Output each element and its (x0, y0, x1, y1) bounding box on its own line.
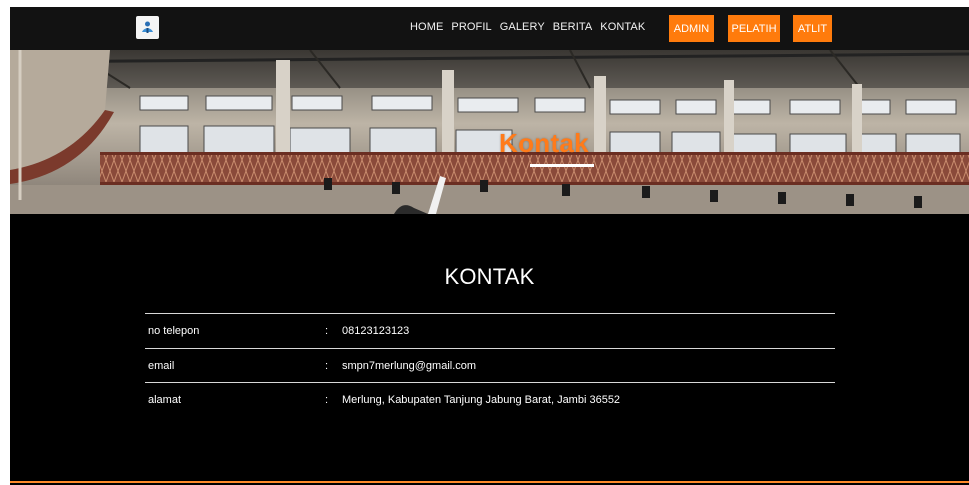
nav-profil[interactable]: PROFIL (451, 21, 491, 33)
hero-title-underline (530, 164, 594, 167)
hero-banner: Kontak (10, 50, 969, 214)
contact-info-table: no telepon : 08123123123 email : smpn7me… (145, 313, 835, 417)
atlit-button[interactable]: ATLIT (793, 15, 832, 42)
address-value: Merlung, Kabupaten Tanjung Jabung Barat,… (342, 394, 621, 406)
main-nav: HOME PROFIL GALERY BERITA KONTAK (410, 21, 645, 33)
email-value[interactable]: smpn7merlung@gmail.com (342, 360, 476, 372)
contact-row-email: email : smpn7merlung@gmail.com (145, 347, 835, 383)
footer-divider (10, 481, 969, 483)
pelatih-button[interactable]: PELATIH (728, 15, 780, 42)
page: HOME PROFIL GALERY BERITA KONTAK ADMIN P… (10, 7, 969, 485)
separator: : (325, 325, 329, 337)
nav-home[interactable]: HOME (410, 21, 443, 33)
separator: : (325, 394, 329, 406)
nav-kontak[interactable]: KONTAK (600, 21, 645, 33)
contact-row-address: alamat : Merlung, Kabupaten Tanjung Jabu… (145, 382, 835, 417)
phone-value: 08123123123 (342, 325, 410, 337)
phone-label: no telepon (148, 325, 200, 337)
page-title: KONTAK (444, 264, 535, 289)
nav-berita[interactable]: BERITA (553, 21, 593, 33)
navbar: HOME PROFIL GALERY BERITA KONTAK ADMIN P… (10, 7, 969, 50)
contact-row-phone: no telepon : 08123123123 (145, 313, 835, 348)
hero-title: Kontak (499, 128, 589, 158)
address-label: alamat (148, 394, 182, 406)
email-label: email (148, 359, 175, 372)
separator: : (325, 359, 329, 372)
hero-background-image (10, 50, 969, 214)
nav-galery[interactable]: GALERY (500, 21, 545, 33)
school-logo-icon[interactable] (136, 16, 159, 39)
admin-button[interactable]: ADMIN (669, 15, 714, 42)
